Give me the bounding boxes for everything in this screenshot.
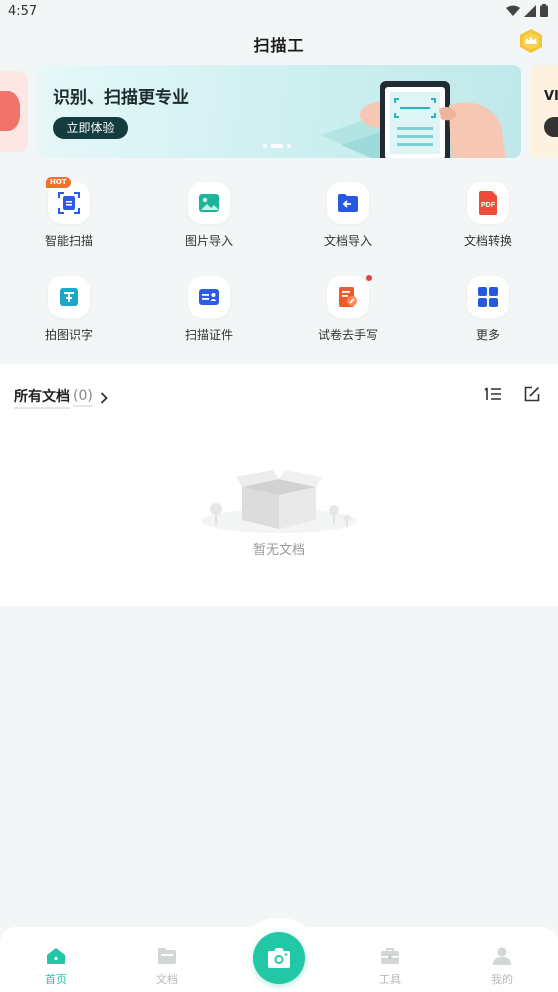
tab-profile[interactable]: 我的 — [472, 947, 532, 987]
id-card-icon — [199, 289, 219, 305]
pdf-icon-text: PDF — [481, 202, 496, 209]
vip-crown-icon[interactable] — [518, 28, 544, 54]
folder-icon — [158, 948, 176, 964]
tool-icon-box — [467, 276, 509, 318]
tool-more[interactable]: 更多 — [428, 276, 548, 343]
tool-label: 更多 — [475, 328, 500, 342]
tool-label: 文档导入 — [323, 234, 372, 248]
empty-state-text: 暂无文档 — [252, 543, 305, 558]
tool-icon-box: HOT — [46, 177, 90, 224]
documents-actions — [484, 386, 540, 402]
tool-id-scan[interactable]: 扫描证件 — [149, 276, 269, 343]
camera-button[interactable] — [253, 932, 305, 984]
documents-count: (0) — [73, 388, 93, 407]
header: 扫描工 — [0, 26, 558, 58]
tab-home[interactable]: 首页 — [26, 947, 86, 987]
banner-dots — [263, 144, 291, 148]
tab-label: 工具 — [379, 973, 401, 986]
sort-list-icon[interactable] — [484, 386, 502, 402]
tool-label: 试卷去手写 — [317, 328, 378, 342]
smart-scan-icon — [58, 192, 80, 214]
camera-icon — [268, 948, 290, 968]
tool-icon-box — [188, 182, 230, 224]
tool-remove-handwriting[interactable]: 试卷去手写 — [288, 275, 408, 343]
tool-label: 扫描证件 — [184, 328, 233, 342]
tool-icon-box: PDF — [467, 182, 509, 224]
documents-section: 所有文档 (0) 暂无文档 — [0, 364, 558, 606]
banner-dot-active — [271, 144, 283, 148]
tool-label: 图片导入 — [184, 234, 233, 248]
banner-dot — [263, 144, 267, 148]
tool-icon-box — [327, 182, 369, 224]
edit-icon[interactable] — [524, 386, 540, 402]
app-title: 扫描工 — [253, 36, 305, 55]
home-icon — [47, 948, 65, 964]
user-icon — [493, 947, 511, 965]
hot-badge: HOT — [46, 177, 71, 188]
tab-label: 首页 — [45, 973, 67, 986]
chevron-right-icon — [100, 391, 108, 404]
banner-title: 识别、扫描更专业 — [53, 88, 189, 108]
banner-try-button[interactable]: 立即体验 — [53, 117, 128, 139]
tool-ocr[interactable]: 拍图识字 — [9, 276, 129, 343]
tool-image-import[interactable]: 图片导入 — [149, 182, 269, 249]
status-icons — [506, 4, 548, 17]
documents-title: 所有文档 — [14, 386, 70, 409]
tool-label: 拍图识字 — [44, 328, 93, 342]
folder-import-icon — [338, 194, 358, 212]
tool-doc-import[interactable]: 文档导入 — [288, 182, 408, 249]
pdf-icon: PDF — [479, 191, 497, 215]
tool-doc-convert[interactable]: PDF 文档转换 — [428, 182, 548, 249]
banner-next-peek[interactable]: VI — [530, 65, 558, 158]
exam-paper-icon — [339, 287, 357, 307]
tab-label: 我的 — [491, 973, 513, 986]
banner-card[interactable]: 识别、扫描更专业 立即体验 — [37, 65, 521, 158]
tab-documents[interactable]: 文档 — [137, 947, 197, 987]
banner-prev-peek[interactable] — [0, 71, 28, 152]
image-icon — [199, 194, 219, 212]
notification-dot — [366, 275, 372, 281]
status-bar: 4:57 — [0, 0, 558, 24]
documents-header[interactable]: 所有文档 (0) — [14, 386, 108, 409]
text-recognition-icon — [60, 288, 78, 306]
tool-smart-scan[interactable]: HOT 智能扫描 — [9, 177, 129, 249]
wifi-icon — [506, 5, 520, 16]
tool-label: 智能扫描 — [44, 234, 93, 248]
tab-tools[interactable]: 工具 — [360, 947, 420, 987]
toolbox-icon — [381, 948, 399, 964]
battery-icon — [540, 4, 548, 17]
grid-more-icon — [478, 287, 498, 307]
empty-box-illustration — [201, 470, 357, 533]
tool-icon-box — [48, 276, 90, 318]
banner-dot — [287, 144, 291, 148]
tool-icon-box — [327, 275, 372, 318]
banner-next-text: VI — [544, 89, 558, 104]
tab-label: 文档 — [156, 973, 178, 986]
banner-carousel[interactable]: 识别、扫描更专业 立即体验 VI — [0, 65, 558, 158]
phone-scan-illustration — [321, 81, 506, 158]
signal-icon — [524, 4, 536, 17]
tool-label: 文档转换 — [463, 234, 512, 248]
status-time: 4:57 — [8, 4, 38, 19]
tool-icon-box — [188, 276, 230, 318]
banner-next-button — [544, 117, 558, 137]
